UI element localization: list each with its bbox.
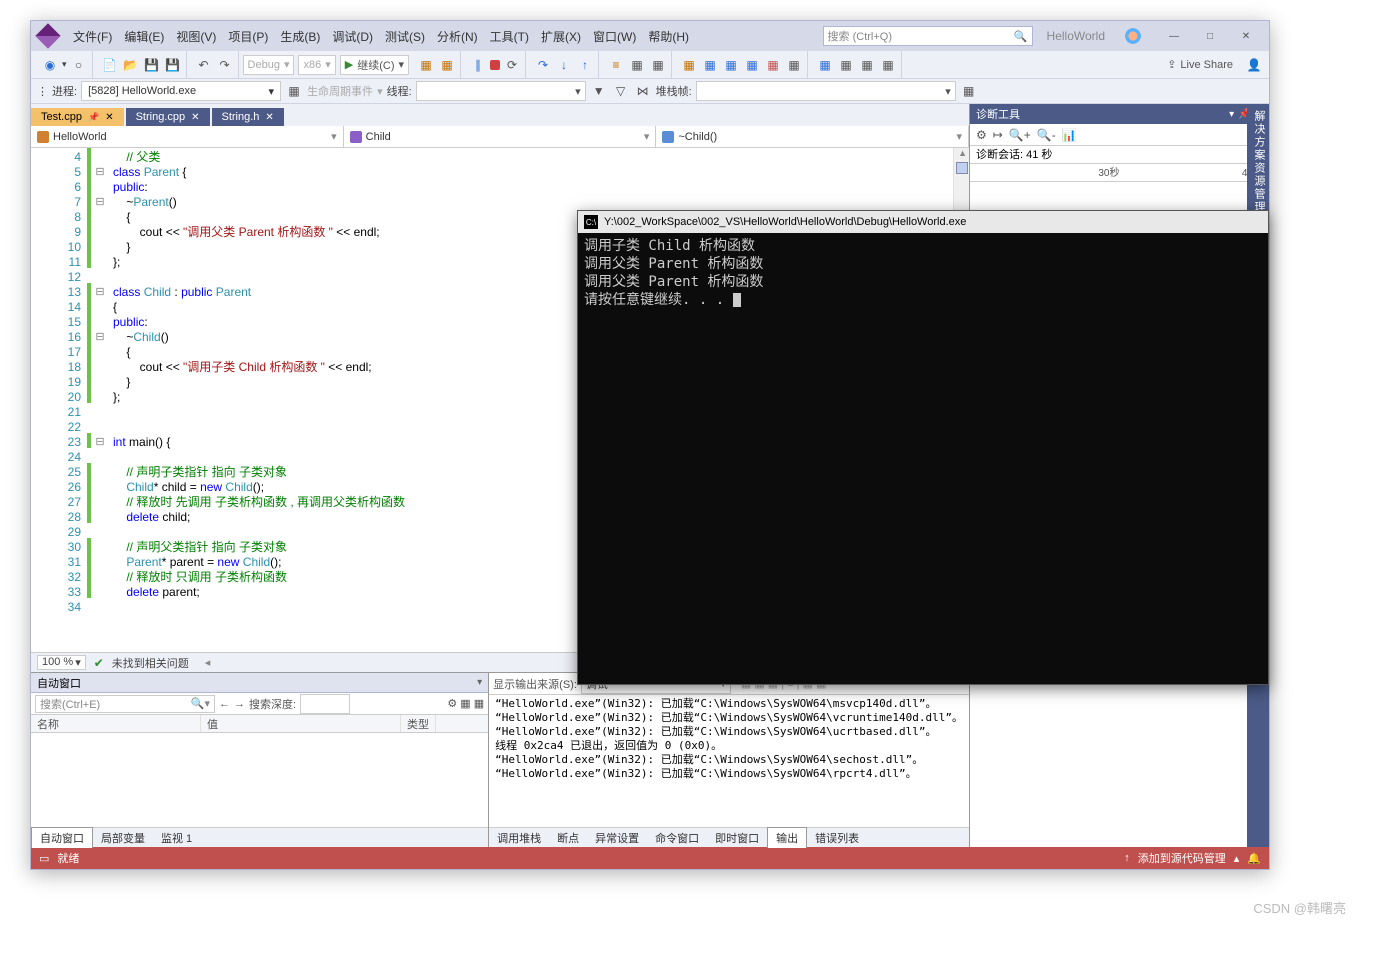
output-panel: 显示输出来源(S): 调试▾ ▦ ▦ ▦ | ≡ | ▦ ▦ “HelloWor… xyxy=(489,673,969,847)
zoom-in-icon[interactable]: 🔍+ xyxy=(1009,128,1031,142)
menu-item[interactable]: 帮助(H) xyxy=(642,28,695,46)
statusbar: ▭ 就绪 ↑ 添加到源代码管理 ▴ 🔔 xyxy=(31,847,1269,869)
source-control-button[interactable]: 添加到源代码管理 xyxy=(1138,850,1226,866)
config-dropdown[interactable]: Debug▾ xyxy=(243,55,295,75)
restart-icon[interactable]: ⟳ xyxy=(503,56,521,74)
nav-back-icon[interactable]: ◉ xyxy=(41,56,59,74)
save-icon[interactable]: 💾 xyxy=(143,56,161,74)
continue-button[interactable]: ▶继续(C)▾ xyxy=(340,55,409,75)
console-titlebar[interactable]: C:\ Y:\002_WorkSpace\002_VS\HelloWorld\H… xyxy=(578,211,1268,233)
menu-item[interactable]: 工具(T) xyxy=(484,28,535,46)
nav-class[interactable]: Child▾ xyxy=(344,126,657,147)
solution-name: HelloWorld xyxy=(1037,29,1115,43)
new-file-icon[interactable]: 📄 xyxy=(101,56,119,74)
tb-icon-2[interactable]: ▦ xyxy=(438,56,456,74)
account-icon[interactable]: 👤 xyxy=(1245,56,1263,74)
step-out-icon[interactable]: ↑ xyxy=(576,56,594,74)
feedback-icon[interactable] xyxy=(1125,28,1141,44)
stop-icon[interactable] xyxy=(490,60,500,70)
panel-tab[interactable]: 命令窗口 xyxy=(647,828,707,848)
thread-dropdown[interactable]: ▾ xyxy=(416,81,586,101)
depth-dropdown[interactable] xyxy=(300,694,350,714)
panel-tab[interactable]: 即时窗口 xyxy=(707,828,767,848)
search-icon: 🔍 xyxy=(1014,30,1028,43)
exit-icon[interactable]: ↦ xyxy=(993,128,1003,142)
menu-item[interactable]: 窗口(W) xyxy=(587,28,642,46)
lifecycle-icon[interactable]: ▦ xyxy=(285,82,303,100)
platform-dropdown[interactable]: x86▾ xyxy=(298,55,335,75)
notifications-icon[interactable]: 🔔 xyxy=(1247,852,1261,865)
console-window: C:\ Y:\002_WorkSpace\002_VS\HelloWorld\H… xyxy=(577,210,1269,685)
process-dropdown[interactable]: [5828] HelloWorld.exe▾ xyxy=(81,81,281,101)
nav-fwd-icon[interactable]: ○ xyxy=(70,56,88,74)
menu-item[interactable]: 项目(P) xyxy=(222,28,274,46)
autos-panel: 自动窗口▾ 搜索(Ctrl+E)🔍▾ ←→ 搜索深度: ⚙ ▦ ▦ 名称 值 类… xyxy=(31,673,489,847)
panel-tab[interactable]: 输出 xyxy=(767,827,807,848)
gear-icon[interactable]: ⚙ xyxy=(976,128,987,142)
panel-tab[interactable]: 局部变量 xyxy=(93,828,153,848)
close-button[interactable]: ✕ xyxy=(1229,25,1263,47)
tb-grp-icon2[interactable]: ▦ xyxy=(628,56,646,74)
console-icon: C:\ xyxy=(584,215,598,229)
search-placeholder: 搜索 (Ctrl+Q) xyxy=(828,28,892,44)
nav-scope[interactable]: HelloWorld▾ xyxy=(31,126,344,147)
undo-icon[interactable]: ↶ xyxy=(195,56,213,74)
panel-tab[interactable]: 调用堆栈 xyxy=(489,828,549,848)
tb-grp-icon[interactable]: ≡ xyxy=(607,56,625,74)
document-tab[interactable]: String.cpp✕ xyxy=(126,108,210,126)
check-icon: ✔ xyxy=(94,656,104,670)
tb-icon-1[interactable]: ▦ xyxy=(417,56,435,74)
live-share-button[interactable]: ⇪ Live Share xyxy=(1159,58,1241,71)
zoom-out-icon[interactable]: 🔍- xyxy=(1037,128,1056,142)
autos-search-input[interactable]: 搜索(Ctrl+E)🔍▾ xyxy=(35,695,215,713)
menu-item[interactable]: 编辑(E) xyxy=(118,28,170,46)
document-tab[interactable]: String.h✕ xyxy=(212,108,284,126)
nav-bar: HelloWorld▾ Child▾ ~Child()▾ xyxy=(31,126,969,148)
pause-icon[interactable]: ∥ xyxy=(469,56,487,74)
menu-item[interactable]: 文件(F) xyxy=(67,28,118,46)
watermark: CSDN @韩曙亮 xyxy=(1253,898,1346,917)
panel-tab[interactable]: 断点 xyxy=(549,828,587,848)
maximize-button[interactable]: □ xyxy=(1193,25,1227,47)
redo-icon[interactable]: ↷ xyxy=(216,56,234,74)
menu-item[interactable]: 分析(N) xyxy=(431,28,484,46)
open-icon[interactable]: 📂 xyxy=(122,56,140,74)
panel-tab[interactable]: 错误列表 xyxy=(807,828,867,848)
step-into-icon[interactable]: ↓ xyxy=(555,56,573,74)
menu-item[interactable]: 生成(B) xyxy=(274,28,326,46)
tb-grp-icon3[interactable]: ▦ xyxy=(649,56,667,74)
menu-item[interactable]: 视图(V) xyxy=(170,28,222,46)
titlebar: 文件(F)编辑(E)视图(V)项目(P)生成(B)调试(D)测试(S)分析(N)… xyxy=(31,21,1269,51)
vs-logo-icon xyxy=(35,23,60,48)
step-over-icon[interactable]: ↷ xyxy=(534,56,552,74)
debug-toolbar: ⋮ 进程: [5828] HelloWorld.exe▾ ▦ 生命周期事件▾ 线… xyxy=(31,79,1269,104)
process-label: 进程: xyxy=(52,83,77,99)
window-icon: ▭ xyxy=(39,852,49,865)
panel-tab[interactable]: 异常设置 xyxy=(587,828,647,848)
live-share-icon: ⇪ xyxy=(1167,58,1176,71)
menu-item[interactable]: 测试(S) xyxy=(379,28,431,46)
nav-member[interactable]: ~Child()▾ xyxy=(656,126,969,147)
zoom-fit-icon[interactable]: 📊 xyxy=(1062,128,1077,142)
panel-tab[interactable]: 监视 1 xyxy=(153,828,200,848)
save-all-icon[interactable]: 💾 xyxy=(164,56,182,74)
menu-item[interactable]: 调试(D) xyxy=(326,28,379,46)
document-tab[interactable]: Test.cpp📌✕ xyxy=(31,108,124,126)
menu-item[interactable]: 扩展(X) xyxy=(535,28,587,46)
stackframe-dropdown[interactable]: ▾ xyxy=(696,81,956,101)
minimize-button[interactable]: — xyxy=(1157,25,1191,47)
panel-tab[interactable]: 自动窗口 xyxy=(31,827,93,848)
document-tabs: Test.cpp📌✕String.cpp✕String.h✕ xyxy=(31,104,969,126)
zoom-dropdown[interactable]: 100 %▾ xyxy=(37,655,86,670)
main-toolbar: ◉▾ ○ 📄 📂 💾 💾 ↶ ↷ Debug▾ x86▾ ▶继续(C)▾ ▦ ▦… xyxy=(31,51,1269,79)
search-input[interactable]: 搜索 (Ctrl+Q) 🔍 xyxy=(823,26,1033,46)
